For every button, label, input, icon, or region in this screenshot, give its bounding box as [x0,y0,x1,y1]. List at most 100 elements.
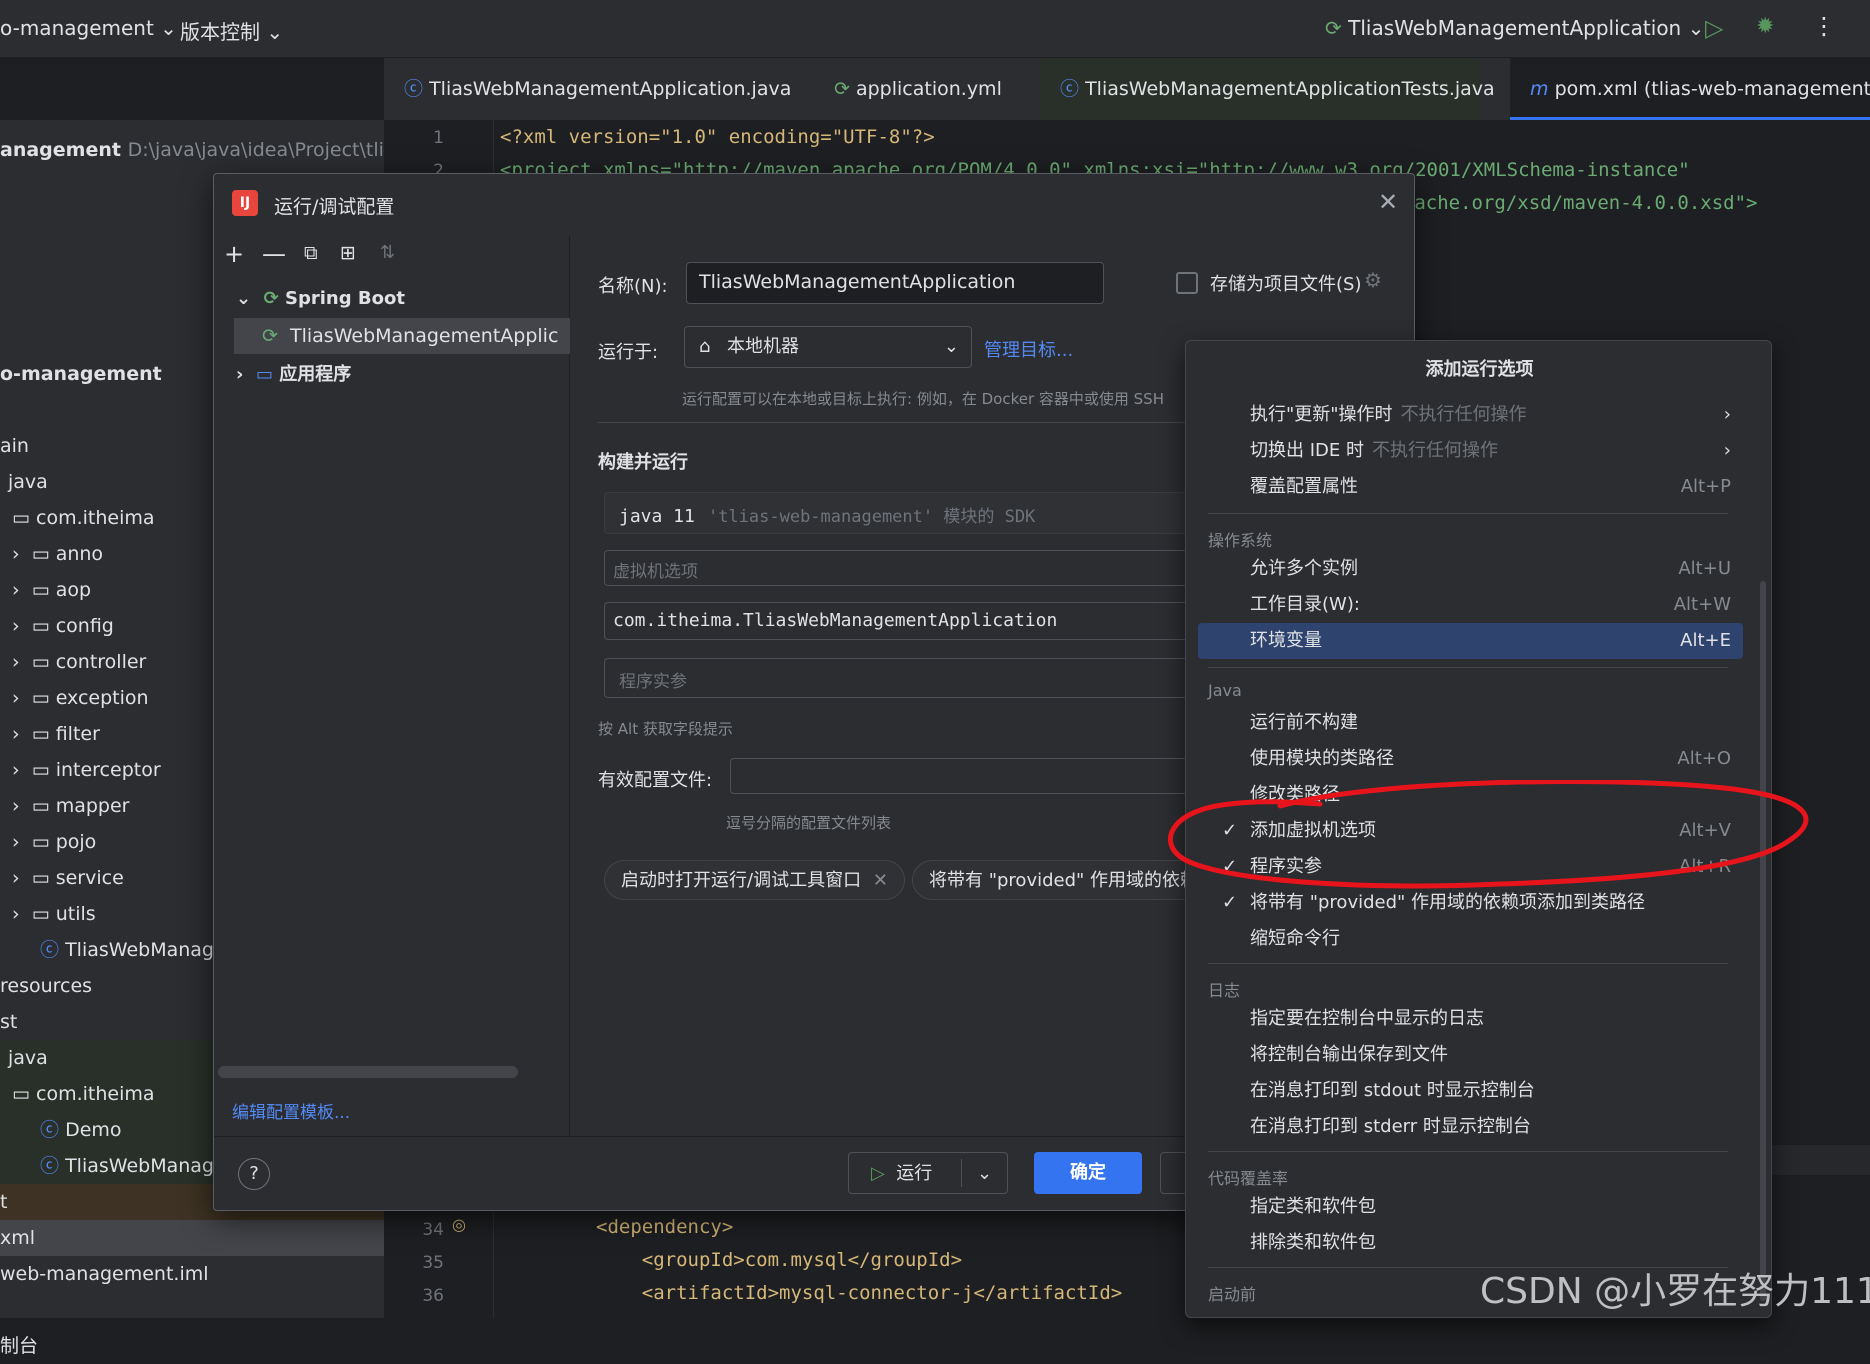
menu-item-shorten-cmdline[interactable]: 缩短命令行 [1198,921,1743,957]
chevron-right-icon: › [12,903,20,925]
check-icon: ✓ [1222,856,1238,877]
menu-item-multi-instance[interactable]: 允许多个实例 Alt+U [1198,551,1743,587]
dialog-title: 运行/调试配置 [274,196,395,218]
item-label: 在消息打印到 stderr 时显示控制台 [1250,1116,1531,1137]
item-label: 环境变量 [1250,630,1322,651]
tree-label: exception [55,687,149,709]
menu-item-update-action[interactable]: 执行"更新"操作时 不执行任何操作 › [1198,397,1743,433]
menu-item-provided-scope[interactable]: ✓ 将带有 "provided" 作用域的依赖项添加到类路径 [1198,885,1743,921]
help-icon[interactable]: ? [238,1158,270,1190]
tree-label: controller [55,651,147,673]
tree-item[interactable]: xml [0,1220,384,1256]
sort-icon[interactable]: ⇅ [380,242,395,263]
folder-icon: ▭ [31,543,50,565]
store-as-file-checkbox[interactable] [1176,272,1198,294]
remove-icon[interactable]: — [262,240,286,268]
project-name: o-management [0,16,154,40]
menu-item-vm-options[interactable]: ✓ 添加虚拟机选项 Alt+V [1198,813,1743,849]
tree-group-application[interactable]: › ▭ 应用程序 [236,360,351,386]
run-on-select[interactable]: ⌂ 本地机器 ⌄ [684,326,972,368]
menu-item-workdir[interactable]: 工作目录(W): Alt+W [1198,587,1743,623]
add-icon[interactable]: + [224,240,244,268]
item-label: 缩短命令行 [1250,928,1340,949]
run-config-selector[interactable]: ⟳ TliasWebManagementApplication ⌄ [1325,16,1704,40]
menu-item-frame-deactivation[interactable]: 切换出 IDE 时不执行任何操作 › [1198,433,1743,469]
run-on-label: 运行于: [598,342,659,363]
new-folder-icon[interactable]: ⊞ [340,242,356,264]
close-icon[interactable]: ✕ [1378,188,1398,216]
tree-label: service [55,867,124,889]
menu-item-logs[interactable]: 指定要在控制台中显示的日志 [1198,1001,1743,1037]
tree-root[interactable]: anagement D:\java\java\idea\Project\tlia… [0,132,384,168]
implementation-icon[interactable]: ◎ [452,1215,466,1234]
edit-templates-link[interactable]: 编辑配置模板... [232,1098,350,1123]
separator [1208,513,1728,514]
class-icon: ⓒ [40,1119,60,1141]
tree-label: TliasWebManage [65,1155,226,1177]
menu-item-program-args[interactable]: ✓ 程序实参 Alt+R [1198,849,1743,885]
menu-item-cov-include[interactable]: 指定类和软件包 [1198,1189,1743,1225]
chevron-down-icon[interactable]: ⌄ [977,1153,992,1195]
chip-label: 将带有 "provided" 作用域的依赖 [929,870,1199,891]
run-icon[interactable]: ▷ [1705,14,1723,42]
more-icon[interactable]: ⋮ [1812,12,1836,40]
run-icon: ▷ [871,1163,885,1184]
item-label: 覆盖配置属性 [1250,476,1358,497]
popup-scrollbar[interactable] [1760,581,1766,1301]
chevron-right-icon: › [12,579,20,601]
menu-item-no-build[interactable]: 运行前不构建 [1198,705,1743,741]
menu-item-stdout[interactable]: 在消息打印到 stdout 时显示控制台 [1198,1073,1743,1109]
copy-icon[interactable]: ⧉ [304,242,318,264]
item-shortcut: Alt+W [1673,594,1731,615]
add-run-options-popup: 添加运行选项 执行"更新"操作时 不执行任何操作 › 切换出 IDE 时不执行任何操… [1185,340,1772,1318]
run-on-value: 本地机器 [727,336,799,357]
menu-item-modify-classpath[interactable]: 修改类路径 [1198,777,1743,813]
menu-item-env-vars[interactable]: 环境变量 Alt+E [1198,623,1743,659]
alt-hint: 按 Alt 获取字段提示 [598,720,733,738]
vcs-menu[interactable]: 版本控制 ⌄ [180,16,283,45]
run-label: 运行 [896,1163,933,1184]
tree-item[interactable]: 制台 [0,1328,384,1364]
item-label: 将控制台输出保存到文件 [1250,1044,1448,1065]
run-button[interactable]: ▷ 运行 ⌄ [848,1152,1008,1194]
ok-button[interactable]: 确定 [1034,1152,1142,1194]
close-icon[interactable]: ✕ [873,870,888,891]
menu-item-module-classpath[interactable]: 使用模块的类路径 Alt+O [1198,741,1743,777]
intellij-logo-icon: IJ [232,190,258,216]
menu-item-override[interactable]: 覆盖配置属性 Alt+P [1198,469,1743,505]
folder-icon: ▭ [31,867,50,889]
menu-item-cov-exclude[interactable]: 排除类和软件包 [1198,1225,1743,1261]
tab-application-yml[interactable]: ⟳ application.yml [814,58,1024,120]
tree-config-item[interactable]: ⟳ TliasWebManagementApplic [234,318,570,354]
section-coverage: 代码覆盖率 [1208,1169,1289,1188]
tree-item[interactable]: web-management.iml [0,1256,384,1292]
debug-icon[interactable]: ✹ [1756,14,1774,39]
tree-group-spring-boot[interactable]: ⌄ ⟳ Spring Boot [236,288,405,309]
menu-item-stderr[interactable]: 在消息打印到 stderr 时显示控制台 [1198,1109,1743,1145]
option-chip[interactable]: 启动时打开运行/调试工具窗口 ✕ [604,860,905,900]
class-icon: ⓒ [1060,78,1080,100]
folder-icon: ▭ [31,831,50,853]
editor-tab-bar: ⓒ TliasWebManagementApplication.java ⟳ a… [384,58,1870,120]
line-number: 36 [422,1286,444,1306]
name-input[interactable]: TliasWebManagementApplication [686,262,1104,304]
horizontal-scrollbar[interactable] [218,1066,518,1078]
manage-targets-link[interactable]: 管理目标... [984,336,1073,362]
tab-pom-xml[interactable]: m pom.xml (tlias-web-management) [1510,58,1870,120]
chevron-down-icon: ⌄ [943,336,959,357]
project-selector[interactable]: o-management ⌄ [0,16,177,40]
chevron-down-icon: ⌄ [160,16,177,40]
gear-icon[interactable]: ⚙ [1364,268,1382,292]
item-shortcut: Alt+R [1679,856,1731,877]
tab-main-app[interactable]: ⓒ TliasWebManagementApplication.java [384,58,791,120]
section-before-launch: 启动前 [1208,1285,1257,1304]
chevron-right-icon: › [236,364,244,385]
menu-item-save-output[interactable]: 将控制台输出保存到文件 [1198,1037,1743,1073]
item-desc: 不执行任何操作 [1400,404,1527,425]
tree-label: aop [55,579,92,601]
item-label: 在消息打印到 stdout 时显示控制台 [1250,1080,1535,1101]
option-chip[interactable]: 将带有 "provided" 作用域的依赖 [912,860,1212,900]
item-label: 允许多个实例 [1250,558,1358,579]
tab-tests[interactable]: ⓒ TliasWebManagementApplicationTests.jav… [1040,58,1495,120]
tree-label: TliasWebManage [65,939,226,961]
